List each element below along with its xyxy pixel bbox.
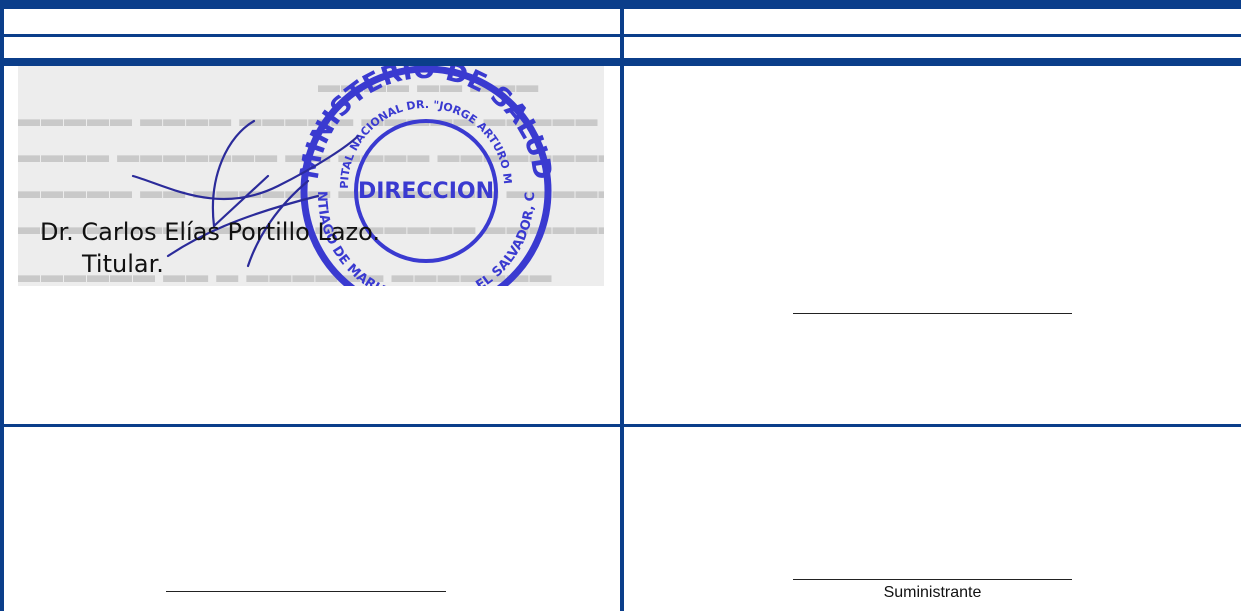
supplier-signature-cell-top	[624, 66, 1241, 424]
signature-line	[793, 313, 1072, 314]
signature-line	[793, 579, 1072, 580]
stamp-center-text: DIRECCION	[358, 179, 494, 204]
svg-text:MINISTERIO DE SALUD: MINISTERIO DE SALUD	[295, 66, 557, 182]
signature-cell-bottom-left	[4, 427, 620, 611]
stamp-outer-top-text: MINISTERIO DE SALUD	[295, 66, 557, 182]
signatory-role: Titular.	[82, 250, 164, 278]
supplier-caption: Suministrante	[883, 584, 982, 601]
signatory-name: Dr. Carlos Elías Portillo Lazo.	[40, 218, 381, 246]
signature-line	[166, 591, 446, 592]
signature-form: ▬▬▬▬ ▬▬ ▬▬▬ ▬▬▬▬▬ ▬▬▬▬ ▬▬▬▬▬ ▬▬▬▬▬ ▬▬▬▬▬…	[0, 0, 1241, 611]
